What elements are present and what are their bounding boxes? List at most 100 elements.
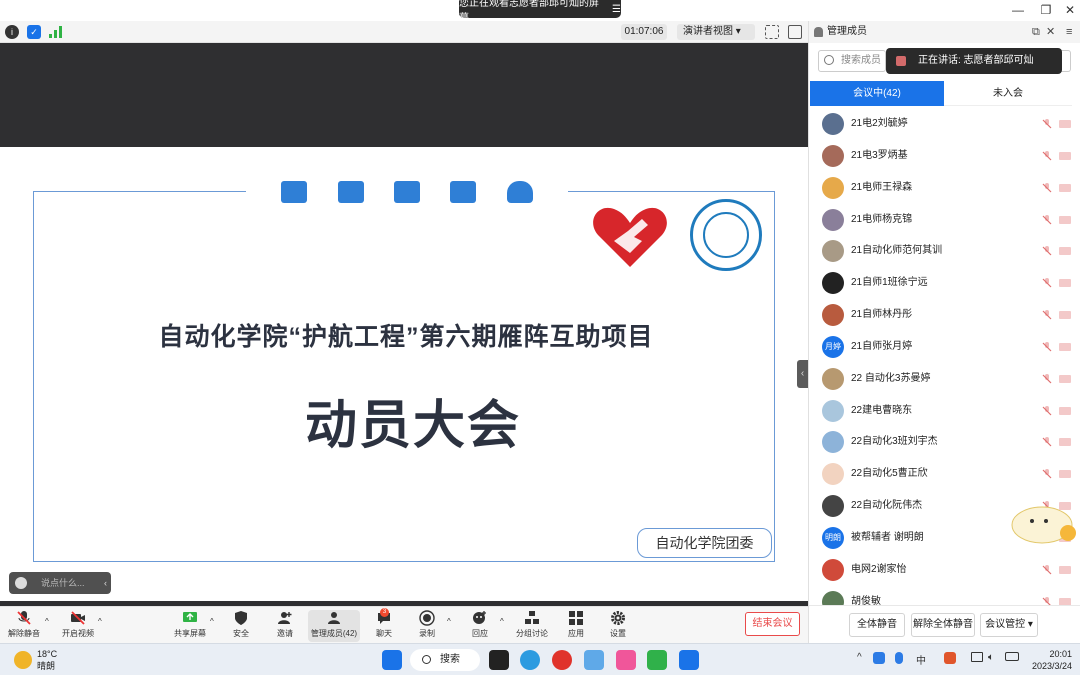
layout-icon[interactable] — [788, 25, 802, 39]
camera-off-icon[interactable] — [1059, 247, 1071, 256]
chat-button[interactable]: 3 聊天 — [370, 608, 398, 642]
manage-members-button[interactable]: 管理成员(42) — [308, 610, 360, 642]
reactions-options-caret[interactable]: ^ — [500, 617, 504, 626]
tray-security-icon[interactable] — [944, 652, 956, 664]
security-button[interactable]: 安全 — [226, 610, 256, 642]
mic-off-icon[interactable] — [1042, 150, 1052, 161]
participant-row[interactable]: 21电师杨克锦 — [809, 204, 1080, 236]
weather-widget[interactable]: 18°C 晴朗 — [37, 648, 57, 672]
participant-row[interactable]: 21电2刘毓婷 — [809, 108, 1080, 140]
tab-in-meeting[interactable]: 会议中(42) — [810, 81, 944, 106]
panel-toggle-button[interactable]: ‹ — [797, 360, 808, 388]
mic-off-icon[interactable] — [1042, 214, 1052, 225]
mic-off-icon[interactable] — [1042, 246, 1052, 256]
close-panel-icon[interactable]: ✕ — [1046, 21, 1055, 43]
video-app-icon[interactable] — [616, 650, 636, 670]
mute-all-button[interactable]: 全体静音 — [849, 613, 905, 637]
mic-off-icon[interactable] — [1042, 373, 1052, 384]
wechat-icon[interactable] — [647, 650, 667, 670]
participant-row[interactable]: 22建电曹晓东 — [809, 395, 1080, 427]
minimize-button[interactable]: — — [1008, 2, 1028, 18]
start-menu-icon[interactable] — [382, 650, 402, 670]
camera-off-icon[interactable] — [1059, 279, 1071, 288]
tray-expand-caret[interactable]: ^ — [857, 652, 862, 663]
network-icon[interactable] — [971, 652, 983, 662]
camera-off-icon[interactable] — [1059, 215, 1071, 224]
cloud-app-icon[interactable] — [584, 650, 604, 670]
info-icon[interactable]: i — [5, 25, 19, 39]
settings-button[interactable]: 设置 — [606, 610, 630, 642]
reactions-button[interactable]: 回应 — [466, 610, 494, 642]
system-clock[interactable]: 20:01 2023/3/24 — [1026, 648, 1072, 672]
share-options-caret[interactable]: ^ — [210, 617, 214, 626]
menu-lines-icon[interactable]: ☰ — [612, 4, 621, 15]
mic-off-icon[interactable] — [1042, 182, 1052, 193]
floating-sticker-image[interactable] — [1008, 497, 1078, 547]
more-menu-icon[interactable]: ≡ — [1066, 21, 1072, 43]
start-video-button[interactable]: 开启视频 — [58, 610, 98, 642]
mic-off-icon[interactable] — [1042, 469, 1052, 479]
speaker-view-button[interactable]: 演讲者视图 ▾ — [677, 24, 755, 40]
shield-icon[interactable]: ✓ — [27, 25, 41, 39]
invite-button[interactable]: 邀请 — [270, 610, 300, 642]
participant-row[interactable]: 21电3罗炳基 — [809, 140, 1080, 172]
end-meeting-button[interactable]: 结束会议 — [745, 612, 800, 636]
edge-browser-icon[interactable] — [520, 650, 540, 670]
mic-off-icon[interactable] — [1042, 564, 1052, 575]
taskbar-search[interactable]: 搜索 — [410, 649, 480, 671]
tray-app-icon[interactable] — [873, 652, 885, 664]
tencent-meeting-icon[interactable] — [679, 650, 699, 670]
camera-off-icon[interactable] — [1059, 438, 1071, 447]
apps-button[interactable]: 应用 — [564, 610, 588, 642]
mic-off-icon[interactable] — [1042, 405, 1052, 416]
unmute-all-button[interactable]: 解除全体静音 — [911, 613, 975, 637]
popout-icon[interactable]: ⧉ — [1032, 21, 1040, 43]
screen-share-banner[interactable]: 您正在观看志愿者部邱可灿的屏幕 ☰ — [459, 0, 621, 24]
emoji-icon[interactable] — [15, 577, 27, 589]
camera-off-icon[interactable] — [1059, 311, 1071, 320]
fullscreen-icon[interactable] — [765, 25, 779, 39]
microphone-tray-icon[interactable] — [895, 652, 903, 664]
task-view-icon[interactable] — [489, 650, 509, 670]
video-options-caret[interactable]: ^ — [98, 617, 102, 626]
netease-music-icon[interactable] — [552, 650, 572, 670]
participant-row[interactable]: 胡俊敏 — [809, 586, 1080, 605]
participant-row[interactable]: 21自师1班徐宁远 — [809, 267, 1080, 299]
camera-off-icon[interactable] — [1059, 374, 1071, 383]
unmute-button[interactable]: 解除静音 — [6, 610, 42, 642]
camera-off-icon[interactable] — [1059, 183, 1071, 192]
camera-off-icon[interactable] — [1059, 470, 1071, 479]
chat-quick-input[interactable]: 说点什么... ‹ — [9, 572, 111, 594]
signal-icon[interactable] — [49, 26, 62, 38]
camera-off-icon[interactable] — [1059, 151, 1071, 160]
mic-off-icon[interactable] — [1042, 278, 1052, 288]
meeting-control-dropdown[interactable]: 会议管控 ▾ — [980, 613, 1038, 637]
weather-moon-icon[interactable] — [14, 651, 32, 669]
maximize-button[interactable]: ❐ — [1036, 2, 1056, 18]
record-button[interactable]: 录制 — [414, 610, 440, 642]
audio-options-caret[interactable]: ^ — [45, 617, 49, 626]
participant-row[interactable]: 22自动化3班刘宇杰 — [809, 426, 1080, 458]
input-method-indicator[interactable]: 中 — [916, 652, 926, 667]
mic-off-icon[interactable] — [1042, 341, 1052, 352]
record-options-caret[interactable]: ^ — [447, 617, 451, 626]
mic-off-icon[interactable] — [1042, 119, 1052, 129]
share-screen-button[interactable]: 共享屏幕 — [172, 610, 208, 642]
mic-off-icon[interactable] — [1042, 310, 1052, 320]
participant-row[interactable]: 22 自动化3苏曼婷 — [809, 363, 1080, 395]
member-search-input[interactable]: 搜索成员 — [818, 50, 886, 72]
mic-off-icon[interactable] — [1042, 437, 1052, 447]
participant-row[interactable]: 21自师林丹彤 — [809, 299, 1080, 331]
breakout-button[interactable]: 分组讨论 — [514, 610, 550, 642]
camera-off-icon[interactable] — [1059, 120, 1071, 128]
camera-off-icon[interactable] — [1059, 342, 1071, 351]
volume-icon[interactable]: 🔈︎ — [988, 652, 994, 663]
camera-off-icon[interactable] — [1059, 565, 1071, 574]
participant-row[interactable]: 电网2谢家怡 — [809, 554, 1080, 586]
participant-row[interactable]: 21电师王禄森 — [809, 172, 1080, 204]
camera-off-icon[interactable] — [1059, 597, 1071, 605]
participant-row[interactable]: 22自动化5曹正欣 — [809, 458, 1080, 490]
mic-off-icon[interactable] — [1042, 596, 1052, 605]
close-window-button[interactable]: ✕ — [1060, 2, 1080, 18]
chevron-left-icon[interactable]: ‹ — [104, 572, 107, 594]
